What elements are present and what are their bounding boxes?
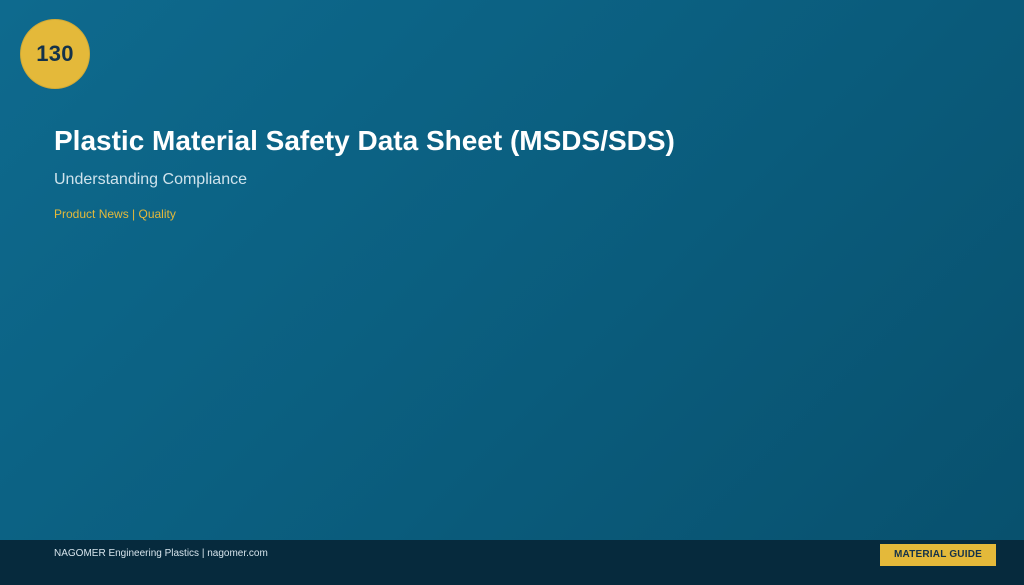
page-subtitle: Understanding Compliance xyxy=(54,171,247,188)
material-guide-label: MATERIAL GUIDE xyxy=(880,544,996,566)
issue-number-badge: 130 xyxy=(20,19,90,89)
page-title: Plastic Material Safety Data Sheet (MSDS… xyxy=(54,125,675,156)
slide-cover: 130 Plastic Material Safety Data Sheet (… xyxy=(0,0,1024,585)
footer-company-text: NAGOMER Engineering Plastics | nagomer.c… xyxy=(54,548,268,559)
category-tags: Product News | Quality xyxy=(54,207,176,221)
footer-bar: NAGOMER Engineering Plastics | nagomer.c… xyxy=(0,540,1024,585)
issue-number: 130 xyxy=(36,41,74,66)
